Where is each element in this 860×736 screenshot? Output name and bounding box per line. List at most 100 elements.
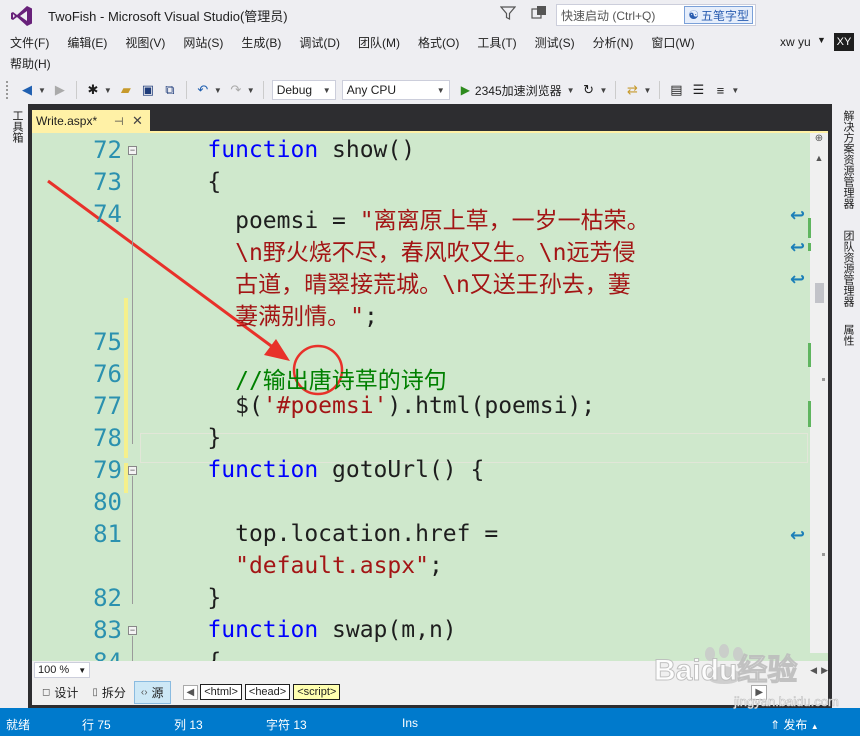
solution-platform-select[interactable]: Any CPU ▼ — [341, 80, 450, 100]
line-number: 75 — [93, 328, 122, 356]
code-line[interactable]: function show() — [207, 137, 415, 163]
refresh-dropdown-icon[interactable]: ▼ — [600, 86, 608, 95]
status-insert-mode: Ins — [402, 716, 419, 730]
source-view-button[interactable]: ‹› 源 — [133, 680, 171, 704]
menu-item[interactable]: 网站(S) — [174, 34, 232, 51]
refresh-icon[interactable]: ↻ — [580, 81, 598, 99]
breadcrumb-script[interactable]: <script> — [293, 684, 341, 700]
menu-item[interactable]: 工具(T) — [468, 34, 525, 51]
team-explorer-tab[interactable]: 团队资源管理器 — [840, 230, 856, 307]
close-icon[interactable]: ✕ — [132, 113, 143, 129]
open-file-icon[interactable]: ▰ — [117, 81, 135, 99]
code-line[interactable]: $('#poemsi').html(poemsi); — [235, 393, 595, 419]
run-target-label[interactable]: 2345加速浏览器 — [475, 82, 562, 99]
browser-link-icon[interactable]: ⇄ — [623, 81, 641, 99]
filter-icon[interactable] — [500, 5, 516, 21]
code-line[interactable]: } — [207, 585, 221, 611]
design-view-button[interactable]: ◻ 设计 — [36, 682, 84, 703]
new-project-icon[interactable]: ✱ — [84, 81, 102, 99]
code-line[interactable]: 萋满别情。"; — [235, 297, 378, 331]
split-view-icon: ▯ — [92, 686, 98, 698]
scroll-thumb[interactable] — [815, 283, 824, 303]
toolbar-separator — [75, 81, 77, 99]
visual-studio-logo-icon — [11, 5, 32, 26]
user-name[interactable]: xw yu — [780, 35, 811, 49]
code-line[interactable]: //输出唐诗草的诗句 — [235, 361, 447, 395]
split-window-icon[interactable]: ⊕ — [810, 133, 828, 151]
breadcrumb-forward-icon[interactable]: ▶ — [751, 684, 768, 700]
publish-button[interactable]: ⇑ 发布 ▲ — [770, 716, 819, 733]
scroll-right-icon[interactable]: ▶ — [821, 665, 828, 676]
browser-link-dropdown-icon[interactable]: ▼ — [643, 86, 651, 95]
vertical-scrollbar[interactable]: ▲ — [810, 133, 828, 653]
code-line[interactable]: \n野火烧不尽，春风吹又生。\n远芳侵 — [235, 233, 635, 267]
menu-item[interactable]: 生成(B) — [232, 34, 290, 51]
design-view-label: 设计 — [54, 685, 79, 700]
code-token: { — [207, 169, 222, 195]
comment-out-icon[interactable]: ☰ — [689, 81, 707, 99]
breadcrumb-html[interactable]: <html> — [200, 684, 242, 700]
collapse-region-icon[interactable]: − — [128, 146, 137, 155]
menu-item[interactable]: 分析(N) — [584, 34, 643, 51]
breadcrumb-back-icon[interactable]: ◀ — [182, 684, 199, 700]
tab-write-aspx[interactable]: Write.aspx* ⊣ ✕ — [32, 110, 150, 132]
code-line[interactable]: { — [207, 169, 221, 195]
undo-icon[interactable]: ↶ — [194, 81, 212, 99]
redo-icon[interactable]: ↷ — [227, 81, 245, 99]
menu-item[interactable]: 编辑(E) — [58, 34, 116, 51]
start-debugging-icon[interactable]: ▶ — [461, 83, 470, 97]
status-bar: 就绪 行 75 列 13 字符 13 Ins ⇑ 发布 ▲ — [0, 708, 860, 736]
menu-item[interactable]: 调试(D) — [290, 34, 349, 51]
run-target-dropdown-icon[interactable]: ▼ — [567, 86, 575, 95]
navigate-back-dropdown-icon[interactable]: ▼ — [38, 86, 46, 95]
navigate-back-icon[interactable]: ◀ — [18, 81, 36, 99]
zoom-select[interactable]: 100 % ▼ — [34, 662, 91, 678]
toolbox-tab[interactable]: 工具箱 — [9, 110, 25, 143]
scroll-up-icon[interactable]: ▲ — [810, 153, 828, 163]
code-token: } — [207, 425, 222, 451]
code-token: $( — [235, 393, 263, 419]
toolbar-options-icon[interactable]: ▼ — [731, 86, 739, 95]
solution-explorer-tab[interactable]: 解决方案资源管理器 — [840, 110, 856, 209]
find-in-files-icon[interactable]: ▤ — [667, 81, 685, 99]
annotation-arrowhead — [264, 339, 290, 361]
menu-item[interactable]: 团队(M) — [349, 34, 409, 51]
scroll-left-icon[interactable]: ◀ — [810, 665, 817, 676]
code-line[interactable]: } — [207, 425, 221, 451]
collapse-region-icon[interactable]: − — [128, 626, 137, 635]
code-line[interactable]: function swap(m,n) — [207, 617, 456, 643]
menu-item[interactable]: 窗口(W) — [642, 34, 703, 51]
redo-dropdown-icon[interactable]: ▼ — [247, 86, 255, 95]
code-line[interactable]: 古道，晴翠接荒城。\n又送王孙去，萋 — [235, 265, 631, 299]
menu-item[interactable]: 格式(O) — [409, 34, 468, 51]
solution-config-select[interactable]: Debug ▼ — [271, 80, 336, 100]
menu-item[interactable]: 帮助(H) — [0, 55, 60, 72]
properties-tab[interactable]: 属性 — [840, 324, 856, 346]
toolbar-grip[interactable] — [6, 81, 10, 99]
code-editor[interactable]: ▲ ⊕ 72 function show() 73 {74 poemsi = "离离原上… — [32, 131, 828, 679]
collapse-region-icon[interactable]: − — [128, 466, 137, 475]
user-dropdown-icon[interactable]: ▼ — [817, 35, 826, 45]
navigate-forward-icon[interactable]: ▶ — [51, 81, 69, 99]
code-line[interactable]: "default.aspx"; — [235, 553, 443, 579]
menu-item[interactable]: 测试(S) — [526, 34, 584, 51]
quick-launch-input[interactable]: 快速启动 (Ctrl+Q) ☯ 五笔字型 — [556, 4, 756, 26]
notification-flag-icon[interactable] — [530, 5, 548, 21]
menu-item[interactable]: 视图(V) — [116, 34, 174, 51]
new-project-dropdown-icon[interactable]: ▼ — [104, 86, 112, 95]
menu-item[interactable]: 文件(F) — [0, 34, 58, 51]
code-line[interactable]: function gotoUrl() { — [207, 457, 484, 483]
pin-icon[interactable]: ⊣ — [114, 115, 124, 128]
avatar[interactable]: XY — [834, 33, 854, 51]
undo-dropdown-icon[interactable]: ▼ — [214, 86, 222, 95]
breadcrumb-head[interactable]: <head> — [244, 684, 291, 700]
ime-status-badge[interactable]: ☯ 五笔字型 — [684, 6, 753, 24]
line-number: 72 — [93, 136, 122, 164]
code-line[interactable]: top.location.href = — [235, 521, 498, 547]
uncomment-icon[interactable]: ≡ — [711, 81, 729, 99]
code-token: swap(m,n) — [318, 617, 457, 643]
split-view-button[interactable]: ▯ 拆分 — [86, 682, 132, 703]
code-line[interactable]: poemsi = "离离原上草，一岁一枯荣。 — [235, 201, 649, 235]
save-all-icon[interactable]: ⧉ — [161, 81, 179, 99]
save-icon[interactable]: ▣ — [139, 81, 157, 99]
